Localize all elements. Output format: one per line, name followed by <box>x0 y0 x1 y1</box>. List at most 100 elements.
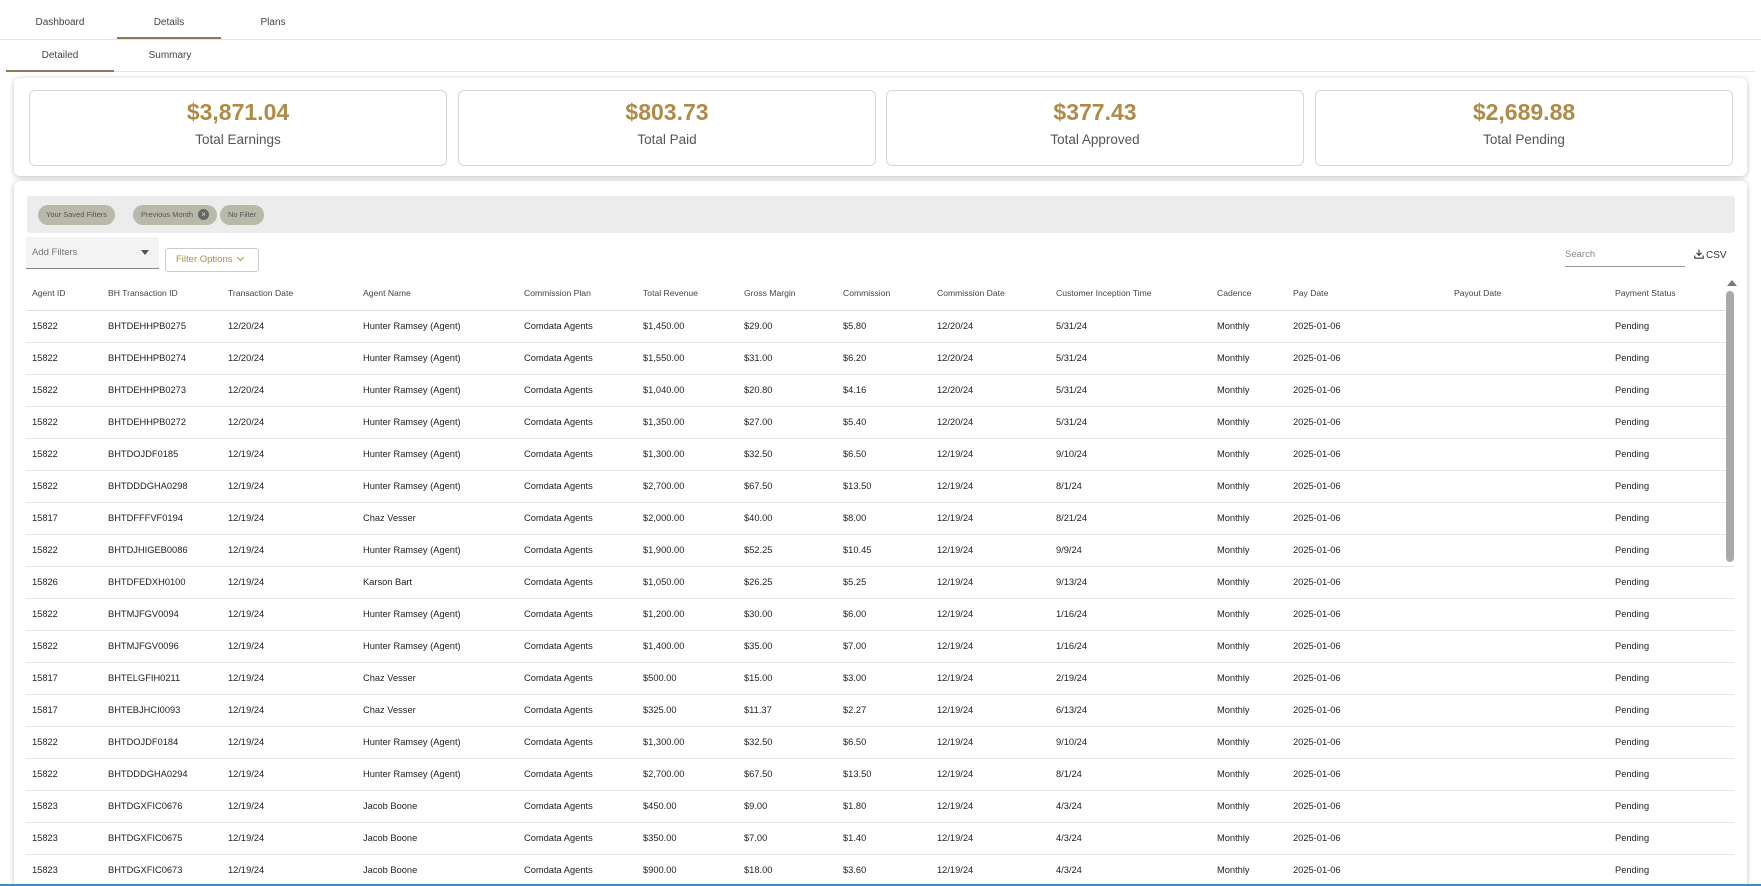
table-row[interactable]: 15817 BHTDFFFVF0194 12/19/24 Chaz Vesser Com… <box>26 502 1734 535</box>
top-tab-bar: Dashboard Details Plans <box>0 0 1761 40</box>
table-row[interactable]: 15822 BHTDDDGHA0294 12/19/24 Hunter Ramsey … <box>26 758 1734 791</box>
table-row[interactable]: 15822 BHTDDDGHA0298 12/19/24 Hunter Ramsey … <box>26 470 1734 503</box>
column-header[interactable]: Commission Date <box>931 276 1050 311</box>
scroll-up-arrow-icon[interactable] <box>1727 280 1737 286</box>
table-cell: Pending <box>1609 598 1734 631</box>
column-header[interactable]: Payment Status <box>1609 276 1734 311</box>
table-cell: Hunter Ramsey (Agent) <box>357 534 518 567</box>
table-row[interactable]: 15823 BHTDGXFIC0675 12/19/24 Jacob Boone Com… <box>26 822 1734 855</box>
search-input[interactable] <box>1565 243 1685 267</box>
saved-filters-bar: Your Saved Filters Previous Month × No Fi… <box>27 196 1735 233</box>
table-cell: 2025-01-06 <box>1287 694 1448 727</box>
column-header[interactable]: Agent ID <box>26 276 102 311</box>
column-header[interactable]: Commission Plan <box>518 276 637 311</box>
table-cell: $8.00 <box>837 502 931 535</box>
table-row[interactable]: 15817 BHTELGFIH0211 12/19/24 Chaz Vesser Com… <box>26 662 1734 695</box>
table-cell: 2025-01-06 <box>1287 502 1448 535</box>
table-cell: $1,450.00 <box>637 310 738 343</box>
chip-your-saved-filters[interactable]: Your Saved Filters <box>38 205 116 225</box>
chip-no-filter[interactable]: No Filter <box>220 205 265 225</box>
table-row[interactable]: 15822 BHTDOJDF0184 12/19/24 Hunter Ramsey (… <box>26 726 1734 759</box>
column-header[interactable]: Commission <box>837 276 931 311</box>
column-header[interactable]: Agent Name <box>357 276 518 311</box>
table-row[interactable]: 15823 BHTDGXFIC0673 12/19/24 Jacob Boone Com… <box>26 854 1734 886</box>
table-row[interactable]: 15826 BHTDFEDXH0100 12/19/24 Karson Bart Com… <box>26 566 1734 599</box>
column-header[interactable]: Payout Date <box>1448 276 1609 311</box>
table-cell: 15822 <box>26 438 102 471</box>
stat-value: $3,871.04 <box>186 99 290 125</box>
table-cell: 2/19/24 <box>1050 662 1211 695</box>
table-cell: 12/19/24 <box>931 630 1050 663</box>
tab-detailed[interactable]: Detailed <box>6 40 114 72</box>
filter-options-button[interactable]: Filter Options <box>165 248 259 272</box>
table-row[interactable]: 15822 BHTDJHIGEB0086 12/19/24 Hunter Ramsey… <box>26 534 1734 567</box>
table-row[interactable]: 15823 BHTDGXFIC0676 12/19/24 Jacob Boone Com… <box>26 790 1734 823</box>
table-cell: $11.37 <box>738 694 837 727</box>
table-cell: $35.00 <box>738 630 837 663</box>
table-cell: 2025-01-06 <box>1287 342 1448 375</box>
table-cell: 15817 <box>26 502 102 535</box>
scrollbar-thumb[interactable] <box>1726 291 1734 562</box>
table-row[interactable]: 15817 BHTEBJHCI0093 12/19/24 Chaz Vesser Com… <box>26 694 1734 727</box>
table-cell: Hunter Ramsey (Agent) <box>357 342 518 375</box>
table-cell: $2,000.00 <box>637 502 738 535</box>
column-header[interactable]: BH Transaction ID <box>102 276 222 311</box>
column-header[interactable]: Total Revenue <box>637 276 738 311</box>
table-cell <box>1448 470 1609 503</box>
table-cell <box>1448 630 1609 663</box>
table-cell: $1,200.00 <box>637 598 738 631</box>
table-cell: 12/19/24 <box>222 438 357 471</box>
tab-summary[interactable]: Summary <box>114 40 226 72</box>
table-cell: Comdata Agents <box>518 502 637 535</box>
table-row[interactable]: 15822 BHTMJFGV0096 12/19/24 Hunter Ramsey (… <box>26 630 1734 663</box>
table-cell: 6/13/24 <box>1050 694 1211 727</box>
table-cell: $52.25 <box>738 534 837 567</box>
chip-previous-month[interactable]: Previous Month × <box>133 205 218 225</box>
table-cell: 2025-01-06 <box>1287 374 1448 407</box>
table-cell: 12/19/24 <box>931 694 1050 727</box>
table-cell: 12/19/24 <box>931 726 1050 759</box>
table-row[interactable]: 15822 BHTMJFGV0094 12/19/24 Hunter Ramsey (… <box>26 598 1734 631</box>
table-cell: 2025-01-06 <box>1287 438 1448 471</box>
table-cell: 15823 <box>26 822 102 855</box>
table-cell: Monthly <box>1211 374 1287 407</box>
table-cell: Hunter Ramsey (Agent) <box>357 374 518 407</box>
table-cell: 12/20/24 <box>931 310 1050 343</box>
table-cell: $40.00 <box>738 502 837 535</box>
table-cell: $1,040.00 <box>637 374 738 407</box>
chip-label: Your Saved Filters <box>46 210 108 219</box>
table-cell: 2025-01-06 <box>1287 310 1448 343</box>
close-icon[interactable]: × <box>198 208 210 220</box>
table-row[interactable]: 15822 BHTDEHHPB0273 12/20/24 Hunter Ramsey … <box>26 374 1734 407</box>
table-cell: BHTMJFGV0094 <box>102 598 222 631</box>
table-cell: $13.50 <box>837 758 931 791</box>
table-cell: Pending <box>1609 694 1734 727</box>
table-cell: Hunter Ramsey (Agent) <box>357 758 518 791</box>
table-row[interactable]: 15822 BHTDEHHPB0275 12/20/24 Hunter Ramsey … <box>26 310 1734 343</box>
vertical-scrollbar[interactable] <box>1725 276 1737 886</box>
table-cell: $30.00 <box>738 598 837 631</box>
column-header[interactable]: Pay Date <box>1287 276 1448 311</box>
table-cell <box>1448 374 1609 407</box>
table-cell: 12/19/24 <box>931 566 1050 599</box>
table-row[interactable]: 15822 BHTDEHHPB0274 12/20/24 Hunter Ramsey … <box>26 342 1734 375</box>
column-header[interactable]: Cadence <box>1211 276 1287 311</box>
table-cell: 12/19/24 <box>222 534 357 567</box>
table-cell: Pending <box>1609 630 1734 663</box>
table-cell: $7.00 <box>837 630 931 663</box>
table-cell: 12/19/24 <box>931 470 1050 503</box>
table-row[interactable]: 15822 BHTDOJDF0185 12/19/24 Hunter Ramsey (… <box>26 438 1734 471</box>
add-filters-select[interactable]: Add Filters <box>26 237 159 269</box>
table-cell: 15817 <box>26 694 102 727</box>
table-cell: 15822 <box>26 310 102 343</box>
tab-dashboard[interactable]: Dashboard <box>20 0 100 39</box>
tab-plans[interactable]: Plans <box>233 0 313 39</box>
table-cell: 2025-01-06 <box>1287 726 1448 759</box>
csv-export-button[interactable]: CSV <box>1694 249 1727 263</box>
column-header[interactable]: Customer Inception Time <box>1050 276 1211 311</box>
table-row[interactable]: 15822 BHTDEHHPB0272 12/20/24 Hunter Ramsey … <box>26 406 1734 439</box>
tab-details[interactable]: Details <box>117 0 221 39</box>
column-header[interactable]: Transaction Date <box>222 276 357 311</box>
column-header[interactable]: Gross Margin <box>738 276 837 311</box>
table-cell: $6.20 <box>837 342 931 375</box>
